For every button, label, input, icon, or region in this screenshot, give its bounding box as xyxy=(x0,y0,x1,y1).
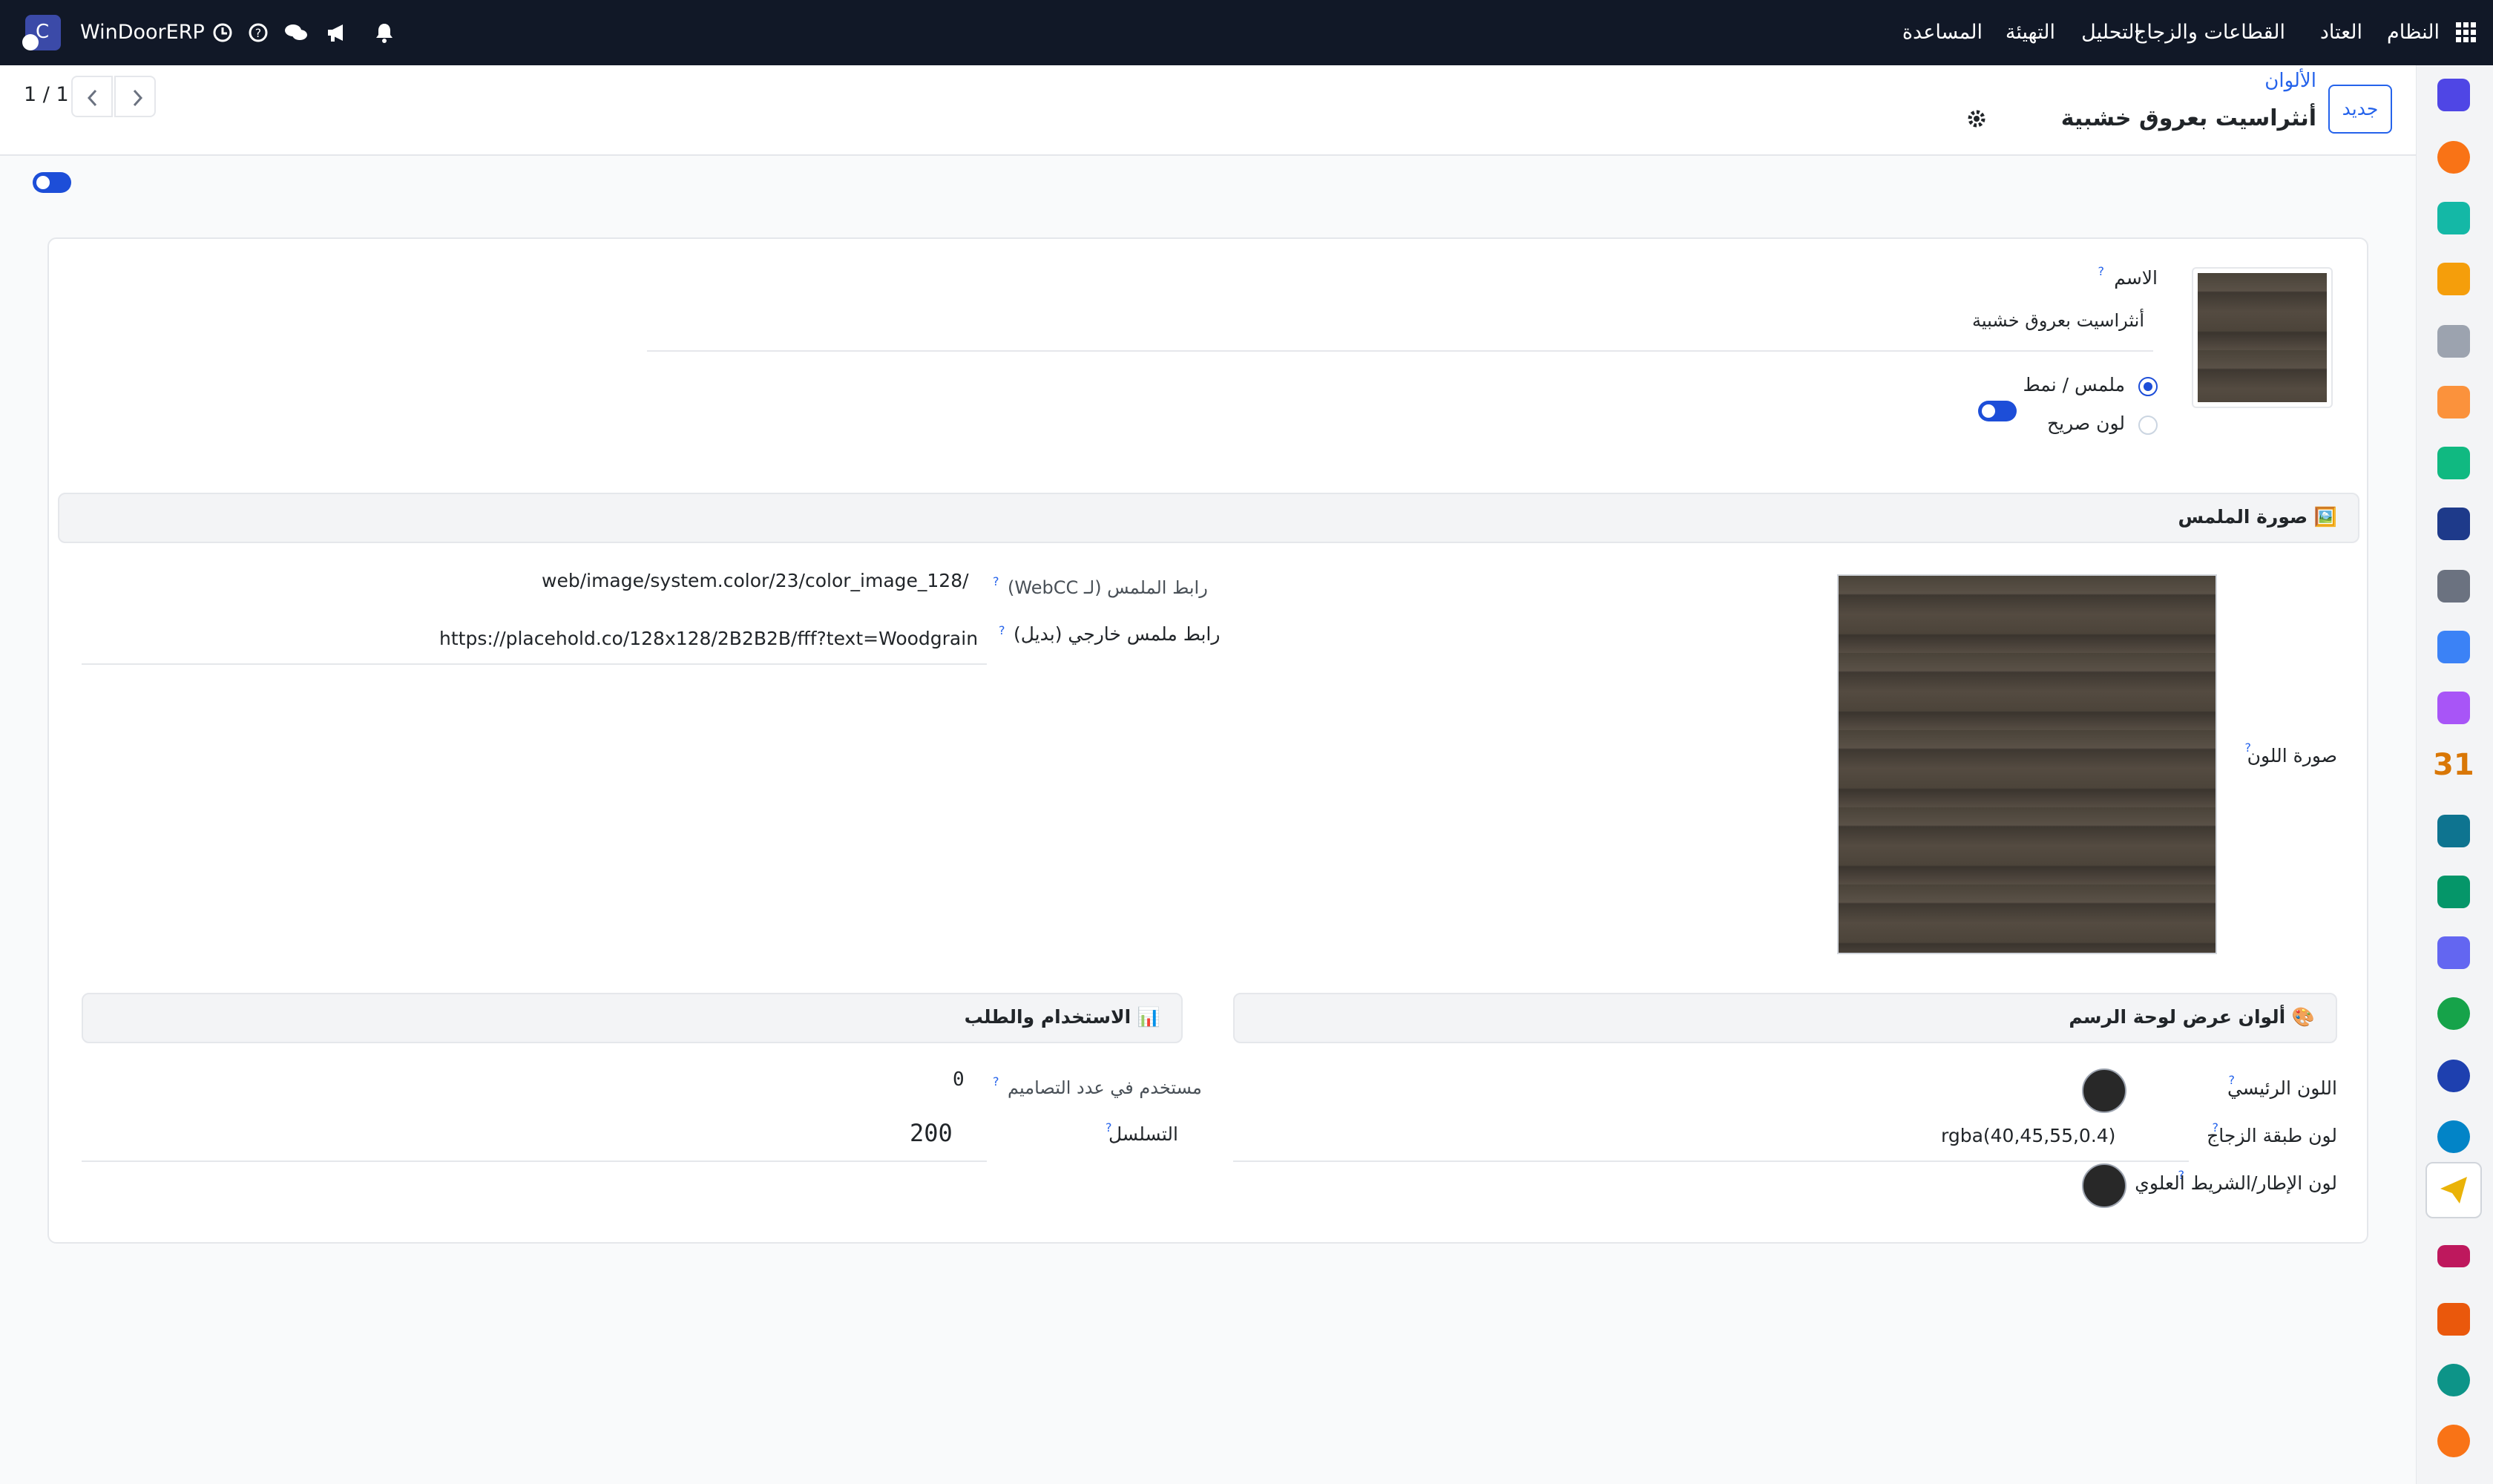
logo-dot xyxy=(22,34,39,50)
company-name[interactable]: WinDoorERP xyxy=(80,0,205,65)
frame-color-help-icon[interactable]: ? xyxy=(2178,1168,2185,1182)
settings-app-icon[interactable] xyxy=(2437,1425,2470,1457)
solid-radio-label[interactable]: لون صريح xyxy=(2047,413,2125,434)
menu-profiles-glass[interactable]: القطاعات والزجاج xyxy=(2134,0,2285,65)
website-app-icon[interactable] xyxy=(2437,936,2470,969)
solid-radio[interactable] xyxy=(2138,416,2158,435)
sequence-label: التسلسل xyxy=(1108,1123,1178,1145)
used-in-label: مستخدم في عدد التصاميم xyxy=(1008,1077,1202,1098)
glass-color-underline xyxy=(1233,1160,2189,1162)
menu-configuration[interactable]: التهيئة xyxy=(2006,0,2055,65)
clock-icon[interactable] xyxy=(211,21,234,45)
name-help-icon[interactable]: ? xyxy=(2098,264,2105,278)
external-url-label: رابط ملمس خارجي (بديل) xyxy=(1014,623,1221,645)
glass-color-help-icon[interactable]: ? xyxy=(2213,1120,2219,1135)
contacts-app-icon[interactable] xyxy=(2437,386,2470,418)
control-panel: 1 / 1 جديد الألوان أنثراسيت بعروق خشبية xyxy=(0,65,2416,156)
canvas-colors-section-title: 🎨 ألوان عرض لوحة الرسم xyxy=(2069,1006,2315,1028)
sign-app-icon[interactable] xyxy=(2437,815,2470,847)
usage-section-title: 📊 الاستخدام والطلب xyxy=(964,1006,1160,1028)
menu-system[interactable]: النظام xyxy=(2387,0,2440,65)
record-image-texture xyxy=(2198,273,2327,402)
accounting-app-icon[interactable] xyxy=(2437,1245,2470,1267)
breadcrumb-parent[interactable]: الألوان xyxy=(2264,70,2316,92)
apps-grid-icon[interactable] xyxy=(2454,21,2478,45)
company-logo[interactable]: C xyxy=(22,15,61,50)
name-input[interactable]: أنثراسيت بعروق خشبية xyxy=(1972,310,2144,331)
purchase-app-icon[interactable] xyxy=(2437,570,2470,603)
gear-icon[interactable] xyxy=(1966,108,1987,134)
menu-hardware[interactable]: العتاد xyxy=(2320,0,2362,65)
main-color-swatch[interactable] xyxy=(2082,1068,2126,1113)
mail-app-icon[interactable] xyxy=(2437,79,2470,111)
pager-value[interactable]: 1 / 1 xyxy=(24,83,69,106)
main-color-help-icon[interactable]: ? xyxy=(2229,1073,2236,1087)
texture-url-help-icon[interactable]: ? xyxy=(993,574,999,588)
crm-app-icon[interactable] xyxy=(2437,876,2470,908)
dashboard-app-icon[interactable] xyxy=(2437,263,2470,295)
top-navbar: C WinDoorERP ? المساعدة التهيئة التحليل … xyxy=(0,0,2493,65)
used-in-value: 0 xyxy=(953,1068,965,1091)
main-color-label: اللون الرئيسي xyxy=(2227,1077,2337,1099)
help-circle-icon[interactable]: ? xyxy=(246,21,270,45)
apps-sidebar: 31 xyxy=(2416,65,2493,1484)
name-input-underline xyxy=(647,350,2153,352)
record-image[interactable] xyxy=(2192,267,2333,408)
active-toggle[interactable] xyxy=(33,172,71,193)
new-button[interactable]: جديد xyxy=(2328,85,2392,134)
record-title: أنثراسيت بعروق خشبية xyxy=(2060,105,2316,131)
bell-icon[interactable] xyxy=(372,21,396,45)
calendar-app-icon[interactable]: 31 xyxy=(2433,748,2474,782)
form-sheet: الاسم ? أنثراسيت بعروق خشبية ملمس / نمط … xyxy=(47,237,2368,1244)
external-url-underline xyxy=(82,663,987,665)
sequence-input[interactable]: 200 xyxy=(910,1119,953,1147)
reports-app-icon[interactable] xyxy=(2437,1364,2470,1396)
menu-help[interactable]: المساعدة xyxy=(1902,0,1983,65)
texture-radio-label[interactable]: ملمس / نمط xyxy=(2023,374,2125,395)
menu-analysis[interactable]: التحليل xyxy=(2081,0,2140,65)
svg-text:?: ? xyxy=(255,26,262,40)
new-button-label: جديد xyxy=(2342,98,2379,119)
sequence-help-icon[interactable]: ? xyxy=(1106,1120,1112,1135)
megaphone-icon[interactable] xyxy=(325,21,349,45)
color-image-preview[interactable] xyxy=(1837,574,2217,954)
spreadsheet-app-icon[interactable] xyxy=(2437,1120,2470,1153)
chat-icon[interactable] xyxy=(283,21,307,45)
glass-color-label: لون طبقة الزجاج xyxy=(2207,1125,2337,1146)
employees-app-icon[interactable] xyxy=(2437,692,2470,724)
glass-color-input[interactable]: rgba(40,45,55,0.4) xyxy=(1941,1125,2115,1146)
whatsapp-app-icon[interactable] xyxy=(2437,997,2470,1030)
color-image-help-icon[interactable]: ? xyxy=(2245,741,2252,755)
texture-url-label: رابط الملمس (لـ WebCC) xyxy=(1008,577,1208,598)
texture-toggle[interactable] xyxy=(1978,401,2017,421)
frame-color-swatch[interactable] xyxy=(2082,1163,2126,1208)
sequence-underline xyxy=(82,1160,987,1162)
pager-next-button[interactable] xyxy=(114,76,156,117)
invoicing-app-icon[interactable] xyxy=(2437,631,2470,663)
discuss-app-icon[interactable] xyxy=(2437,141,2470,174)
manufacturing-app-icon[interactable] xyxy=(2437,1303,2470,1336)
texture-radio[interactable] xyxy=(2138,377,2158,396)
sales-app-icon[interactable] xyxy=(2437,202,2470,234)
chevron-right-icon xyxy=(133,89,143,107)
usage-section-header: 📊 الاستخدام والطلب xyxy=(82,993,1183,1043)
inventory-app-icon[interactable] xyxy=(2437,325,2470,358)
frame-color-label: لون الإطار/الشريط العلوي xyxy=(2135,1172,2337,1194)
external-url-help-icon[interactable]: ? xyxy=(999,623,1005,637)
external-url-input[interactable]: https://placehold.co/128x128/2B2B2B/fff?… xyxy=(439,628,978,649)
pager-prev-button[interactable] xyxy=(71,76,113,117)
texture-section-header: 🖼️ صورة الملمس xyxy=(58,493,2359,543)
telegram-app-icon-active[interactable] xyxy=(2425,1162,2482,1218)
color-image-label: صورة اللون xyxy=(2247,745,2337,766)
project-app-icon[interactable] xyxy=(2437,447,2470,479)
canvas-colors-section-header: 🎨 ألوان عرض لوحة الرسم xyxy=(1233,993,2337,1043)
knowledge-app-icon[interactable] xyxy=(2437,508,2470,540)
texture-url-value: /web/image/system.color/23/color_image_1… xyxy=(542,570,969,591)
chevron-left-icon xyxy=(87,89,97,107)
used-in-help-icon[interactable]: ? xyxy=(993,1074,999,1089)
clock-app-icon[interactable] xyxy=(2437,1060,2470,1092)
texture-section-title: 🖼️ صورة الملمس xyxy=(2178,506,2337,528)
name-label: الاسم xyxy=(2114,267,2158,289)
